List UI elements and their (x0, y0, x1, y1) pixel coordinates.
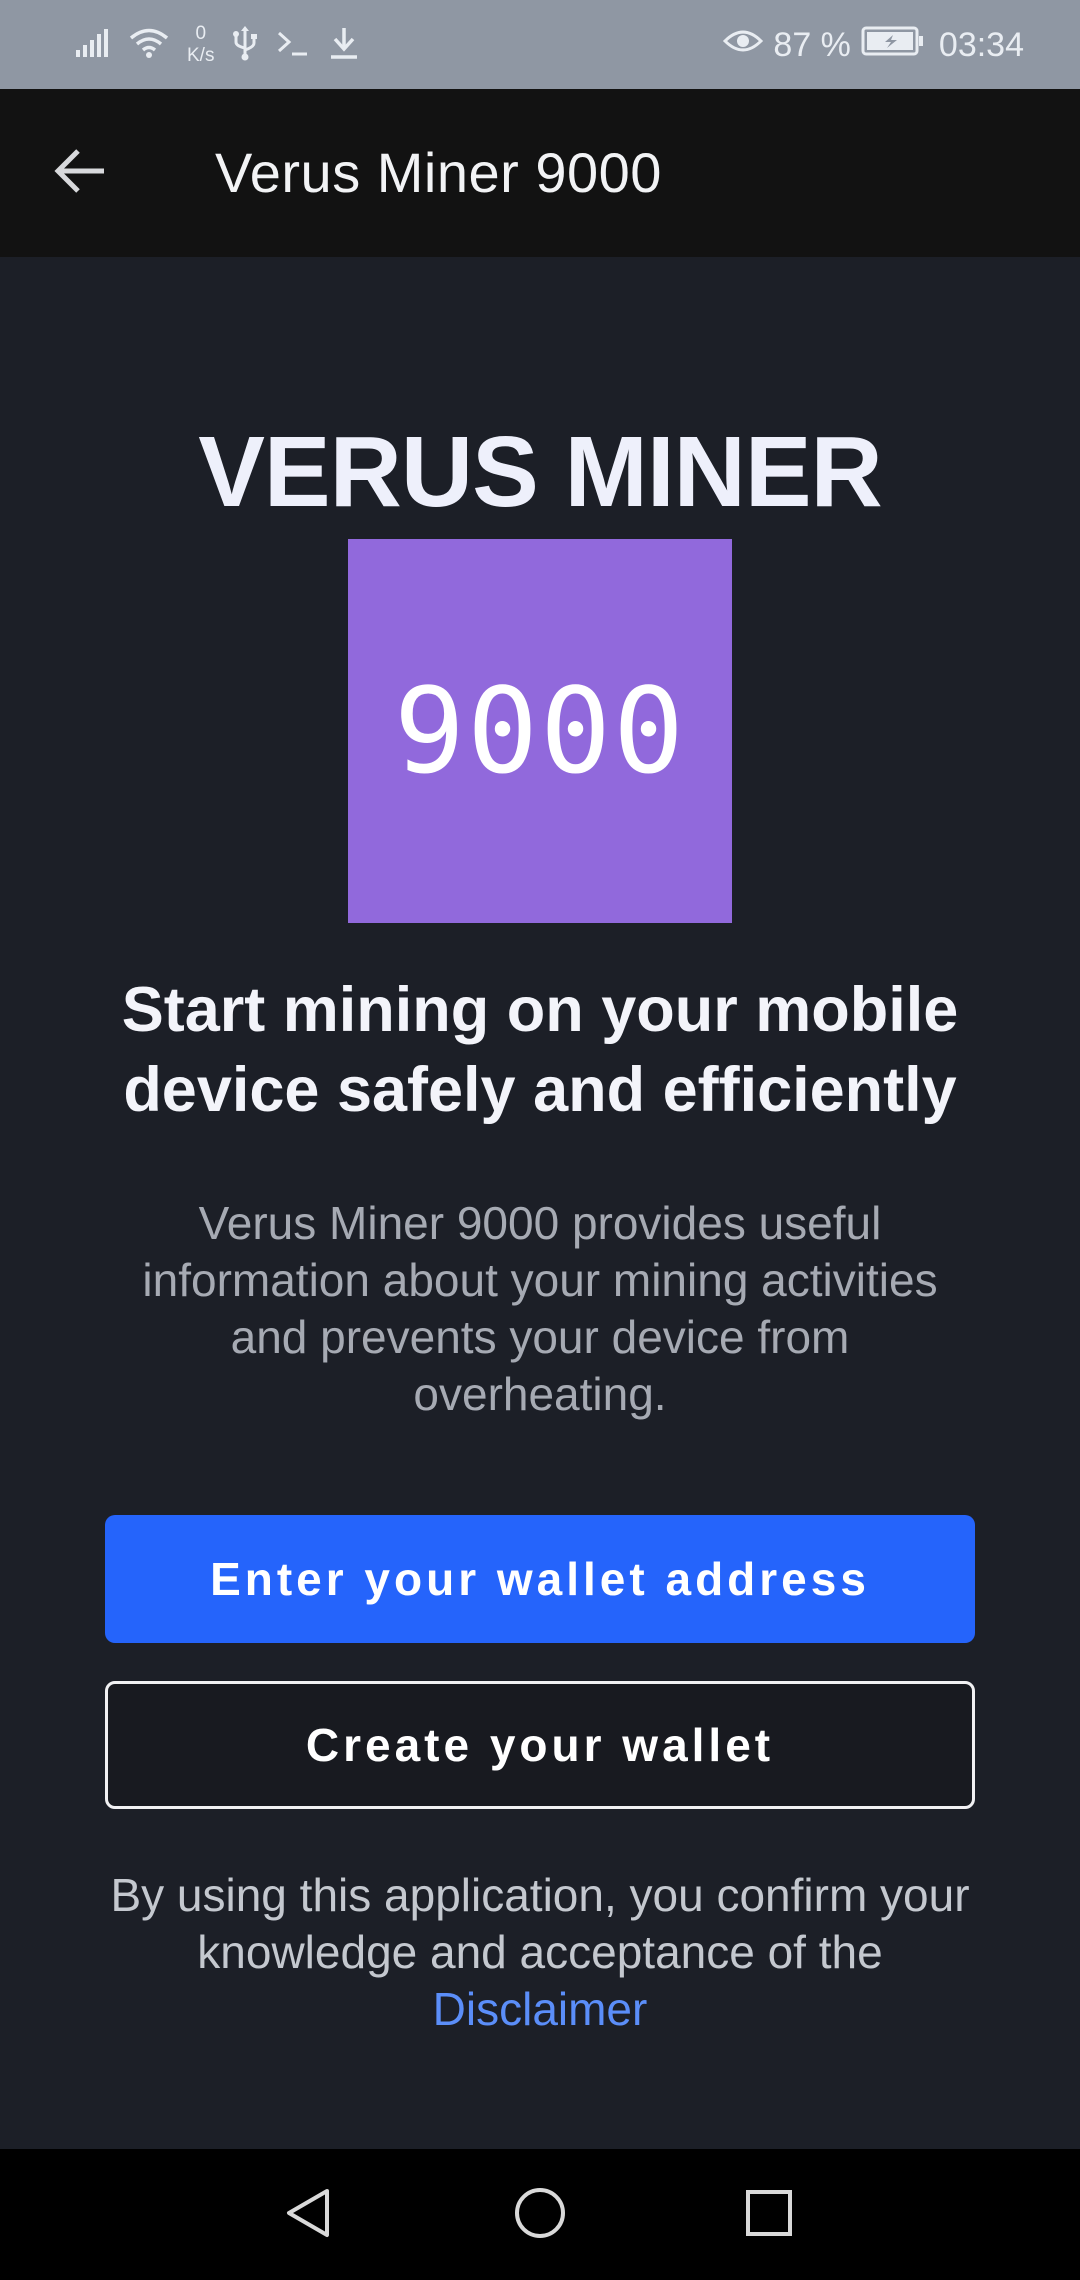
app-title: Verus Miner 9000 (215, 141, 662, 204)
description: Verus Miner 9000 provides useful informa… (142, 1197, 938, 1420)
app-bar: Verus Miner 9000 (0, 89, 1080, 257)
disclaimer-text: By using this application, you confirm y… (110, 1869, 970, 1978)
nav-back-button[interactable] (266, 2173, 350, 2257)
status-bar: 0 K/s 87 % 03:34 (0, 0, 1080, 89)
battery-icon (861, 26, 925, 65)
disclaimer-link[interactable]: Disclaimer (433, 1983, 648, 2035)
back-triangle-icon (281, 2186, 335, 2245)
signal-icon (75, 28, 111, 63)
back-button[interactable] (40, 133, 120, 213)
battery-percent: 87 % (773, 25, 851, 64)
disclaimer-notice: By using this application, you confirm y… (90, 1867, 990, 2038)
main-content: VERUS MINER 9000 Start mining on your mo… (0, 257, 1080, 2149)
net-speed-value: 0 (195, 23, 207, 44)
app-logo: 9000 (348, 539, 732, 923)
navigation-bar (0, 2149, 1080, 2280)
net-speed: 0 K/s (187, 23, 214, 67)
terminal-icon (276, 28, 310, 63)
usb-icon (232, 25, 258, 66)
headline: Start mining on your mobile device safel… (121, 975, 959, 1125)
eye-icon (723, 26, 764, 65)
download-icon (328, 26, 360, 65)
clock: 03:34 (938, 25, 1024, 64)
status-right: 87 % 03:34 (723, 20, 1024, 70)
hero-title: VERUS MINER (198, 416, 883, 528)
home-circle-icon (512, 2185, 568, 2246)
recents-square-icon (744, 2188, 794, 2243)
nav-home-button[interactable] (498, 2173, 582, 2257)
logo-text: 9000 (393, 662, 687, 800)
wifi-icon (129, 27, 169, 64)
arrow-left-icon (52, 143, 108, 204)
enter-wallet-address-button[interactable]: Enter your wallet address (105, 1515, 975, 1643)
status-left-icons: 0 K/s (75, 20, 360, 70)
nav-recents-button[interactable] (727, 2173, 811, 2257)
net-speed-unit: K/s (187, 45, 215, 66)
create-wallet-button[interactable]: Create your wallet (105, 1681, 975, 1809)
